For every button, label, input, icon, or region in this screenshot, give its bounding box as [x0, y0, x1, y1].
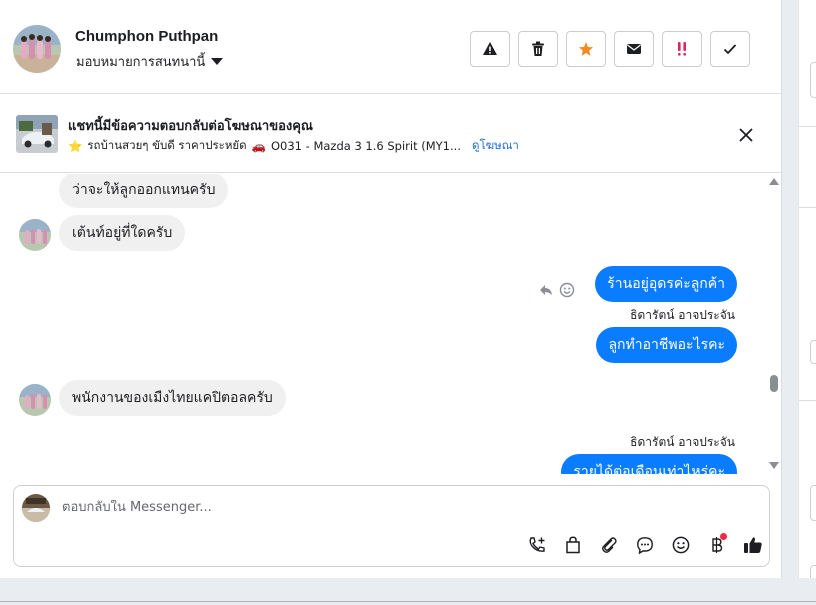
saved-replies-button[interactable]	[627, 532, 663, 558]
outgoing-message[interactable]: ร้านอยู่อุดรค่ะลูกค้า	[595, 266, 737, 302]
reply-input[interactable]	[62, 500, 662, 515]
reply-icon[interactable]	[539, 284, 553, 296]
trash-icon	[532, 41, 544, 56]
react-emoji-icon[interactable]	[559, 282, 575, 298]
call-add-button[interactable]	[519, 532, 555, 558]
assign-label: มอบหมายการสนทนานี้	[76, 55, 206, 70]
incoming-message[interactable]: ว่าจะให้ลูกออกแทนครับ	[59, 174, 229, 208]
ad-banner-subtitle: ⭐ รถบ้านสวยๆ ขับดี ราคาประหยัด 🚗 O031 - …	[68, 137, 519, 155]
star-button[interactable]	[566, 31, 606, 67]
scroll-up-arrow[interactable]	[769, 178, 779, 185]
view-ad-link[interactable]: ดูโฆษณา	[472, 137, 519, 155]
star-emoji-icon: ⭐	[68, 139, 83, 153]
done-button[interactable]	[710, 31, 750, 67]
ad-reply-banner: แชทนี้มีข้อความตอบกลับต่อโฆษณาของคุณ ⭐ ร…	[0, 95, 782, 173]
caret-down-icon	[211, 58, 224, 65]
message-hover-actions	[539, 282, 575, 298]
sender-name: ธิดารัตน์ อาจประจัน	[630, 435, 735, 449]
side-panel-field[interactable]	[810, 62, 816, 98]
scroll-down-arrow[interactable]	[769, 462, 779, 469]
chat-bubble-icon	[637, 537, 653, 554]
call-add-icon	[529, 537, 545, 552]
composer-toolbar	[519, 532, 771, 558]
close-banner-button[interactable]	[737, 126, 755, 144]
incoming-message[interactable]: พนักงานของเมืงไทยแคปิตอลครับ	[59, 380, 286, 416]
mark-unread-button[interactable]	[614, 31, 654, 67]
spam-button[interactable]	[662, 31, 702, 67]
emoji-icon	[672, 536, 690, 554]
attach-button[interactable]	[591, 532, 627, 558]
warning-icon	[483, 42, 497, 55]
side-panel-field[interactable]	[810, 485, 816, 521]
sender-name: ธิดารัตน์ อาจประจัน	[630, 308, 735, 322]
warning-button[interactable]	[470, 31, 510, 67]
thumbs-up-icon	[744, 537, 762, 553]
star-icon	[579, 42, 593, 56]
payment-button[interactable]	[699, 532, 735, 558]
conversation-panel: Chumphon Puthpan มอบหมายการสนทนานี้ แชทน…	[0, 0, 782, 578]
thumbs-up-button[interactable]	[735, 532, 771, 558]
incoming-message[interactable]: เต้นท์อยู่ที่ใดครับ	[59, 215, 186, 251]
ad-thumbnail[interactable]	[16, 115, 58, 153]
emoji-button[interactable]	[663, 532, 699, 558]
side-panel-divider	[799, 400, 816, 401]
message-composer	[13, 485, 770, 567]
window-edge	[0, 601, 816, 602]
close-icon	[739, 128, 753, 142]
car-emoji-icon: 🚗	[251, 139, 266, 153]
delete-button[interactable]	[518, 31, 558, 67]
window-bottom-bar	[0, 578, 816, 605]
notification-dot	[720, 533, 727, 540]
contact-avatar-small	[19, 219, 51, 251]
ad-banner-title: แชทนี้มีข้อความตอบกลับต่อโฆษณาของคุณ	[68, 119, 313, 134]
ad-product: O031 - Mazda 3 1.6 Spirit (MY1...	[270, 139, 461, 153]
side-panel-divider	[799, 126, 816, 127]
side-panel-field[interactable]	[810, 565, 816, 578]
side-panel-divider	[799, 207, 816, 208]
details-side-panel	[798, 0, 816, 578]
shop-button[interactable]	[555, 532, 591, 558]
exclamation-icon	[678, 42, 686, 56]
page-avatar	[22, 494, 50, 522]
side-panel-field[interactable]	[810, 340, 816, 364]
conversation-actions	[470, 31, 750, 67]
envelope-icon	[627, 44, 641, 54]
check-icon	[723, 44, 737, 55]
outgoing-message[interactable]: ลูกทำอาชีพอะไรคะ	[596, 327, 737, 363]
conversation-header: Chumphon Puthpan มอบหมายการสนทนานี้	[0, 0, 782, 94]
scrollbar-thumb[interactable]	[770, 375, 778, 392]
contact-avatar[interactable]	[13, 25, 61, 73]
message-thread: ว่าจะให้ลูกออกแทนครับ เต้นท์อยู่ที่ใดครั…	[0, 174, 782, 474]
paperclip-icon	[602, 537, 617, 553]
contact-name: Chumphon Puthpan	[75, 28, 219, 45]
assign-conversation-dropdown[interactable]: มอบหมายการสนทนานี้	[76, 51, 224, 72]
ad-headline: รถบ้านสวยๆ ขับดี ราคาประหยัด	[87, 138, 247, 152]
outgoing-message[interactable]: รายได้ต่อเดือนเท่าไหร่คะ	[561, 454, 737, 474]
bag-icon	[566, 536, 580, 554]
contact-avatar-small	[19, 384, 51, 416]
